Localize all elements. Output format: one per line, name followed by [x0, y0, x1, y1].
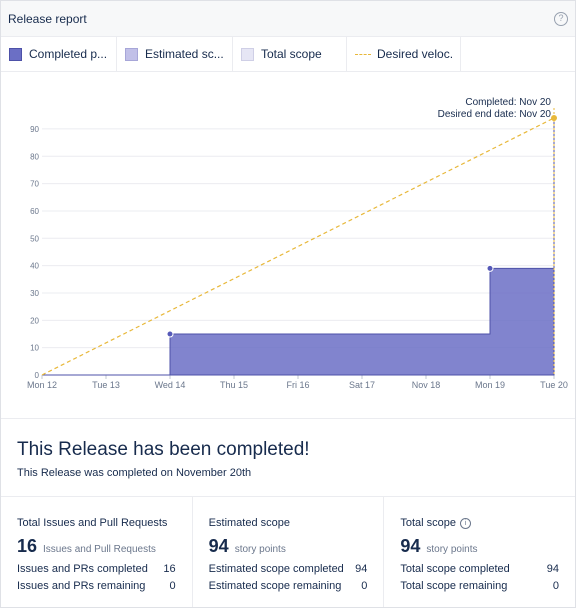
- stat-row-label: Issues and PRs remaining: [17, 580, 146, 592]
- stat-row-value: 94: [546, 563, 560, 575]
- stat-headline: 16 Issues and Pull Requests: [17, 536, 176, 557]
- chart-annotation: Completed: Nov 20: [465, 97, 551, 108]
- report-title: Release report: [8, 11, 87, 26]
- chart-annotation: Desired end date: Nov 20: [438, 109, 552, 120]
- legend-item-total-scope[interactable]: Total scope: [233, 37, 347, 71]
- stat-card-total-scope: Total scope i 94 story points Total scope…: [384, 497, 575, 607]
- stat-card-estimated-scope: Estimated scope 94 story points Estimate…: [193, 497, 385, 607]
- legend-swatch-total-scope: [241, 47, 254, 61]
- x-tick-label: Nov 18: [412, 380, 441, 390]
- x-tick-label: Tue 13: [92, 380, 120, 390]
- legend-label: Total scope: [261, 47, 322, 61]
- stat-title-text: Total Issues and Pull Requests: [17, 517, 168, 529]
- stat-row: Total scope completed 94: [400, 561, 559, 578]
- y-tick-label: 40: [30, 262, 39, 271]
- y-tick-label: 30: [30, 289, 39, 298]
- stat-row-value: 0: [169, 580, 176, 592]
- completed-point: [166, 330, 174, 338]
- y-tick-label: 50: [30, 234, 39, 243]
- stat-row: Issues and PRs remaining 0: [17, 578, 176, 595]
- stat-card-issues: Total Issues and Pull Requests 16 Issues…: [1, 497, 193, 607]
- y-tick-label: 0: [35, 371, 40, 380]
- stat-row-label: Total scope remaining: [400, 580, 508, 592]
- stat-row-label: Issues and PRs completed: [17, 563, 148, 575]
- question-circle-icon[interactable]: ?: [554, 11, 568, 26]
- stat-row: Estimated scope completed 94: [209, 561, 368, 578]
- stat-row-label: Estimated scope remaining: [208, 580, 342, 592]
- release-burnup-chart: 0 10 20 30 40 50 60 70 80 90 Mon 12 Tue 13 Wed 14 Thu…: [1, 72, 575, 419]
- stat-row-value: 0: [552, 580, 560, 592]
- stat-title: Total scope i: [400, 517, 559, 529]
- stat-row-value: 16: [163, 563, 176, 575]
- stat-row-value: 94: [355, 563, 368, 575]
- stat-row-label: Estimated scope completed: [208, 563, 344, 575]
- y-tick-label: 80: [30, 152, 39, 161]
- y-tick-label: 70: [30, 180, 39, 189]
- report-header: Release report ?: [1, 1, 575, 37]
- chart-svg: 0 10 20 30 40 50 60 70 80 90 Mon 12 Tue 13 Wed 14 Thu…: [27, 97, 568, 390]
- stat-headline: 94 story points: [209, 536, 368, 557]
- release-summary: This Release has been completed! This Re…: [1, 419, 575, 497]
- x-tick-label: Wed 14: [155, 380, 186, 390]
- stats-row: Total Issues and Pull Requests 16 Issues…: [1, 497, 575, 607]
- stat-title-text: Estimated scope: [208, 517, 290, 529]
- stat-number: 94: [400, 536, 421, 556]
- stat-title-text: Total scope: [400, 517, 456, 529]
- y-tick-label: 90: [30, 125, 39, 134]
- stat-row: Total scope remaining 0: [400, 578, 559, 595]
- info-icon[interactable]: i: [460, 517, 471, 529]
- stat-number: 16: [17, 536, 38, 556]
- stat-row-label: Total scope completed: [400, 563, 510, 575]
- legend-label: Estimated sc...: [145, 47, 224, 61]
- legend-swatch-desired-velocity: [355, 53, 371, 55]
- y-tick-label: 60: [30, 207, 39, 216]
- stat-row: Estimated scope remaining 0: [209, 578, 368, 595]
- legend-swatch-completed: [9, 47, 22, 61]
- summary-title: This Release has been completed!: [17, 439, 310, 460]
- legend-item-estimated-scope[interactable]: Estimated sc...: [117, 37, 233, 71]
- chart-legend: Completed p... Estimated sc... Total sco…: [1, 37, 575, 72]
- stat-row-value: 0: [361, 580, 368, 592]
- stat-title: Estimated scope: [209, 517, 368, 529]
- legend-swatch-estimated-scope: [125, 47, 138, 61]
- legend-label: Desired veloc...: [377, 47, 452, 61]
- stat-number: 94: [208, 536, 229, 556]
- stat-headline: 94 story points: [400, 536, 559, 557]
- x-tick-label: Mon 19: [475, 380, 505, 390]
- y-tick-label: 20: [30, 316, 39, 325]
- x-tick-label: Tue 20: [540, 380, 568, 390]
- stat-title: Total Issues and Pull Requests: [17, 517, 176, 529]
- x-tick-label: Mon 12: [27, 380, 57, 390]
- stat-unit: Issues and Pull Requests: [43, 544, 156, 555]
- completed-point: [486, 264, 494, 272]
- stat-unit: story points: [426, 544, 478, 555]
- legend-label: Completed p...: [29, 47, 108, 61]
- legend-item-desired-velocity[interactable]: Desired veloc...: [347, 37, 461, 71]
- y-tick-label: 10: [30, 344, 39, 353]
- x-tick-label: Thu 15: [220, 380, 248, 390]
- stat-row: Issues and PRs completed 16: [17, 561, 176, 578]
- x-tick-label: Fri 16: [286, 380, 309, 390]
- legend-item-completed[interactable]: Completed p...: [1, 37, 117, 71]
- x-tick-label: Sat 17: [349, 380, 375, 390]
- stat-unit: story points: [234, 544, 286, 555]
- summary-subtitle: This Release was completed on November 2…: [17, 467, 252, 479]
- release-report-panel: Release report ? Completed p... Estimate…: [0, 0, 576, 608]
